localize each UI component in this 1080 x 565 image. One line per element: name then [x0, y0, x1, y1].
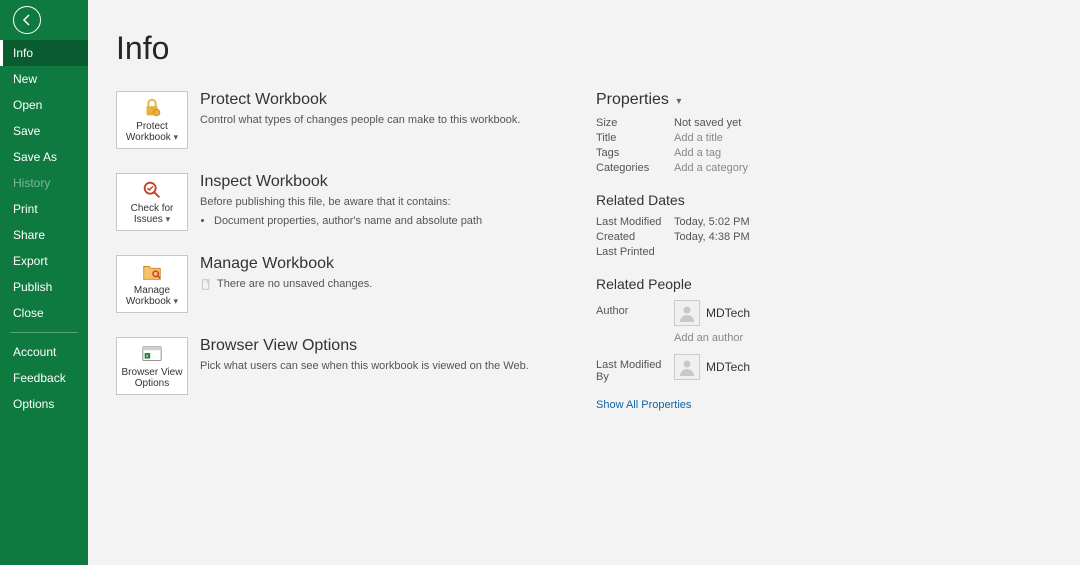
browser-button-label: Browser View Options — [117, 367, 187, 389]
person-icon — [678, 304, 696, 322]
inspect-block: Check for Issues ▾ Inspect Workbook Befo… — [116, 173, 596, 231]
protect-caption: Control what types of changes people can… — [200, 113, 520, 128]
last-modified-by-row: Last Modified By MDTech — [596, 354, 1052, 383]
prop-tags: TagsAdd a tag — [596, 147, 1052, 159]
inspect-body: Inspect Workbook Before publishing this … — [200, 173, 482, 231]
browser-icon: X — [141, 343, 163, 365]
protect-body: Protect Workbook Control what types of c… — [200, 91, 520, 149]
nav-new[interactable]: New — [0, 66, 88, 92]
nav-share[interactable]: Share — [0, 222, 88, 248]
info-right-column: Properties ▾ SizeNot saved yet TitleAdd … — [596, 91, 1052, 419]
nav-account[interactable]: Account — [0, 339, 88, 365]
nav-open[interactable]: Open — [0, 92, 88, 118]
created-value: Today, 4:38 PM — [674, 231, 750, 243]
browser-body: Browser View Options Pick what users can… — [200, 337, 529, 395]
manage-button-label: Manage Workbook ▾ — [117, 285, 187, 307]
date-created: CreatedToday, 4:38 PM — [596, 231, 1052, 243]
protect-workbook-button[interactable]: Protect Workbook ▾ — [116, 91, 188, 149]
check-for-issues-button[interactable]: Check for Issues ▾ — [116, 173, 188, 231]
nav-print[interactable]: Print — [0, 196, 88, 222]
inspect-caption: Before publishing this file, be aware th… — [200, 195, 482, 210]
nav-save-as[interactable]: Save As — [0, 144, 88, 170]
prop-title-value[interactable]: Add a title — [674, 132, 723, 144]
nav-history: History — [0, 170, 88, 196]
nav-options[interactable]: Options — [0, 391, 88, 417]
properties-heading[interactable]: Properties ▾ — [596, 91, 1052, 109]
manage-block: Manage Workbook ▾ Manage Workbook There … — [116, 255, 596, 313]
browser-view-options-button[interactable]: X Browser View Options — [116, 337, 188, 395]
last-modified-by-avatar — [674, 354, 700, 380]
manage-caption: There are no unsaved changes. — [200, 277, 372, 292]
nav-divider — [10, 332, 78, 333]
lock-icon — [141, 97, 163, 119]
inspect-icon — [141, 179, 163, 201]
nav-info[interactable]: Info — [0, 40, 88, 66]
prop-title: TitleAdd a title — [596, 132, 1052, 144]
show-all-properties-link[interactable]: Show All Properties — [596, 399, 691, 411]
page-title: Info — [116, 30, 1052, 67]
protect-block: Protect Workbook ▾ Protect Workbook Cont… — [116, 91, 596, 149]
main-area: Info Protect Workbook ▾ Protect Workbook… — [88, 0, 1080, 565]
back-button[interactable] — [13, 6, 41, 34]
inspect-button-label: Check for Issues ▾ — [117, 203, 187, 225]
author-avatar — [674, 300, 700, 326]
related-people-heading: Related People — [596, 276, 1052, 292]
nav-export[interactable]: Export — [0, 248, 88, 274]
manage-body: Manage Workbook There are no unsaved cha… — [200, 255, 372, 313]
inspect-list: Document properties, author's name and a… — [214, 214, 482, 229]
backstage-sidebar: Info New Open Save Save As History Print… — [0, 0, 88, 565]
last-modified-value: Today, 5:02 PM — [674, 216, 750, 228]
nav-feedback[interactable]: Feedback — [0, 365, 88, 391]
manage-title: Manage Workbook — [200, 255, 372, 273]
document-icon — [200, 279, 213, 290]
content: Protect Workbook ▾ Protect Workbook Cont… — [116, 91, 1052, 419]
add-author-link[interactable]: Add an author — [674, 332, 1052, 344]
back-arrow-icon — [20, 13, 34, 27]
prop-categories-value[interactable]: Add a category — [674, 162, 748, 174]
author-row: Author MDTech — [596, 300, 1052, 326]
folder-search-icon — [141, 261, 163, 283]
prop-tags-value[interactable]: Add a tag — [674, 147, 721, 159]
manage-workbook-button[interactable]: Manage Workbook ▾ — [116, 255, 188, 313]
nav-publish[interactable]: Publish — [0, 274, 88, 300]
related-dates-heading: Related Dates — [596, 192, 1052, 208]
browser-block: X Browser View Options Browser View Opti… — [116, 337, 596, 395]
date-last-modified: Last ModifiedToday, 5:02 PM — [596, 216, 1052, 228]
prop-categories: CategoriesAdd a category — [596, 162, 1052, 174]
person-icon — [678, 358, 696, 376]
inspect-list-item: Document properties, author's name and a… — [214, 214, 482, 229]
last-modified-by-name: MDTech — [706, 354, 750, 380]
protect-title: Protect Workbook — [200, 91, 520, 109]
protect-button-label: Protect Workbook ▾ — [117, 121, 187, 143]
inspect-title: Inspect Workbook — [200, 173, 482, 191]
prop-size-value: Not saved yet — [674, 117, 741, 129]
nav-secondary: Account Feedback Options — [0, 339, 88, 417]
author-name[interactable]: MDTech — [706, 300, 750, 326]
info-left-column: Protect Workbook ▾ Protect Workbook Cont… — [116, 91, 596, 419]
browser-title: Browser View Options — [200, 337, 529, 355]
nav-primary: Info New Open Save Save As History Print… — [0, 40, 88, 326]
svg-text:X: X — [146, 354, 149, 359]
browser-caption: Pick what users can see when this workbo… — [200, 359, 529, 374]
nav-close[interactable]: Close — [0, 300, 88, 326]
date-last-printed: Last Printed — [596, 246, 1052, 258]
prop-size: SizeNot saved yet — [596, 117, 1052, 129]
nav-save[interactable]: Save — [0, 118, 88, 144]
